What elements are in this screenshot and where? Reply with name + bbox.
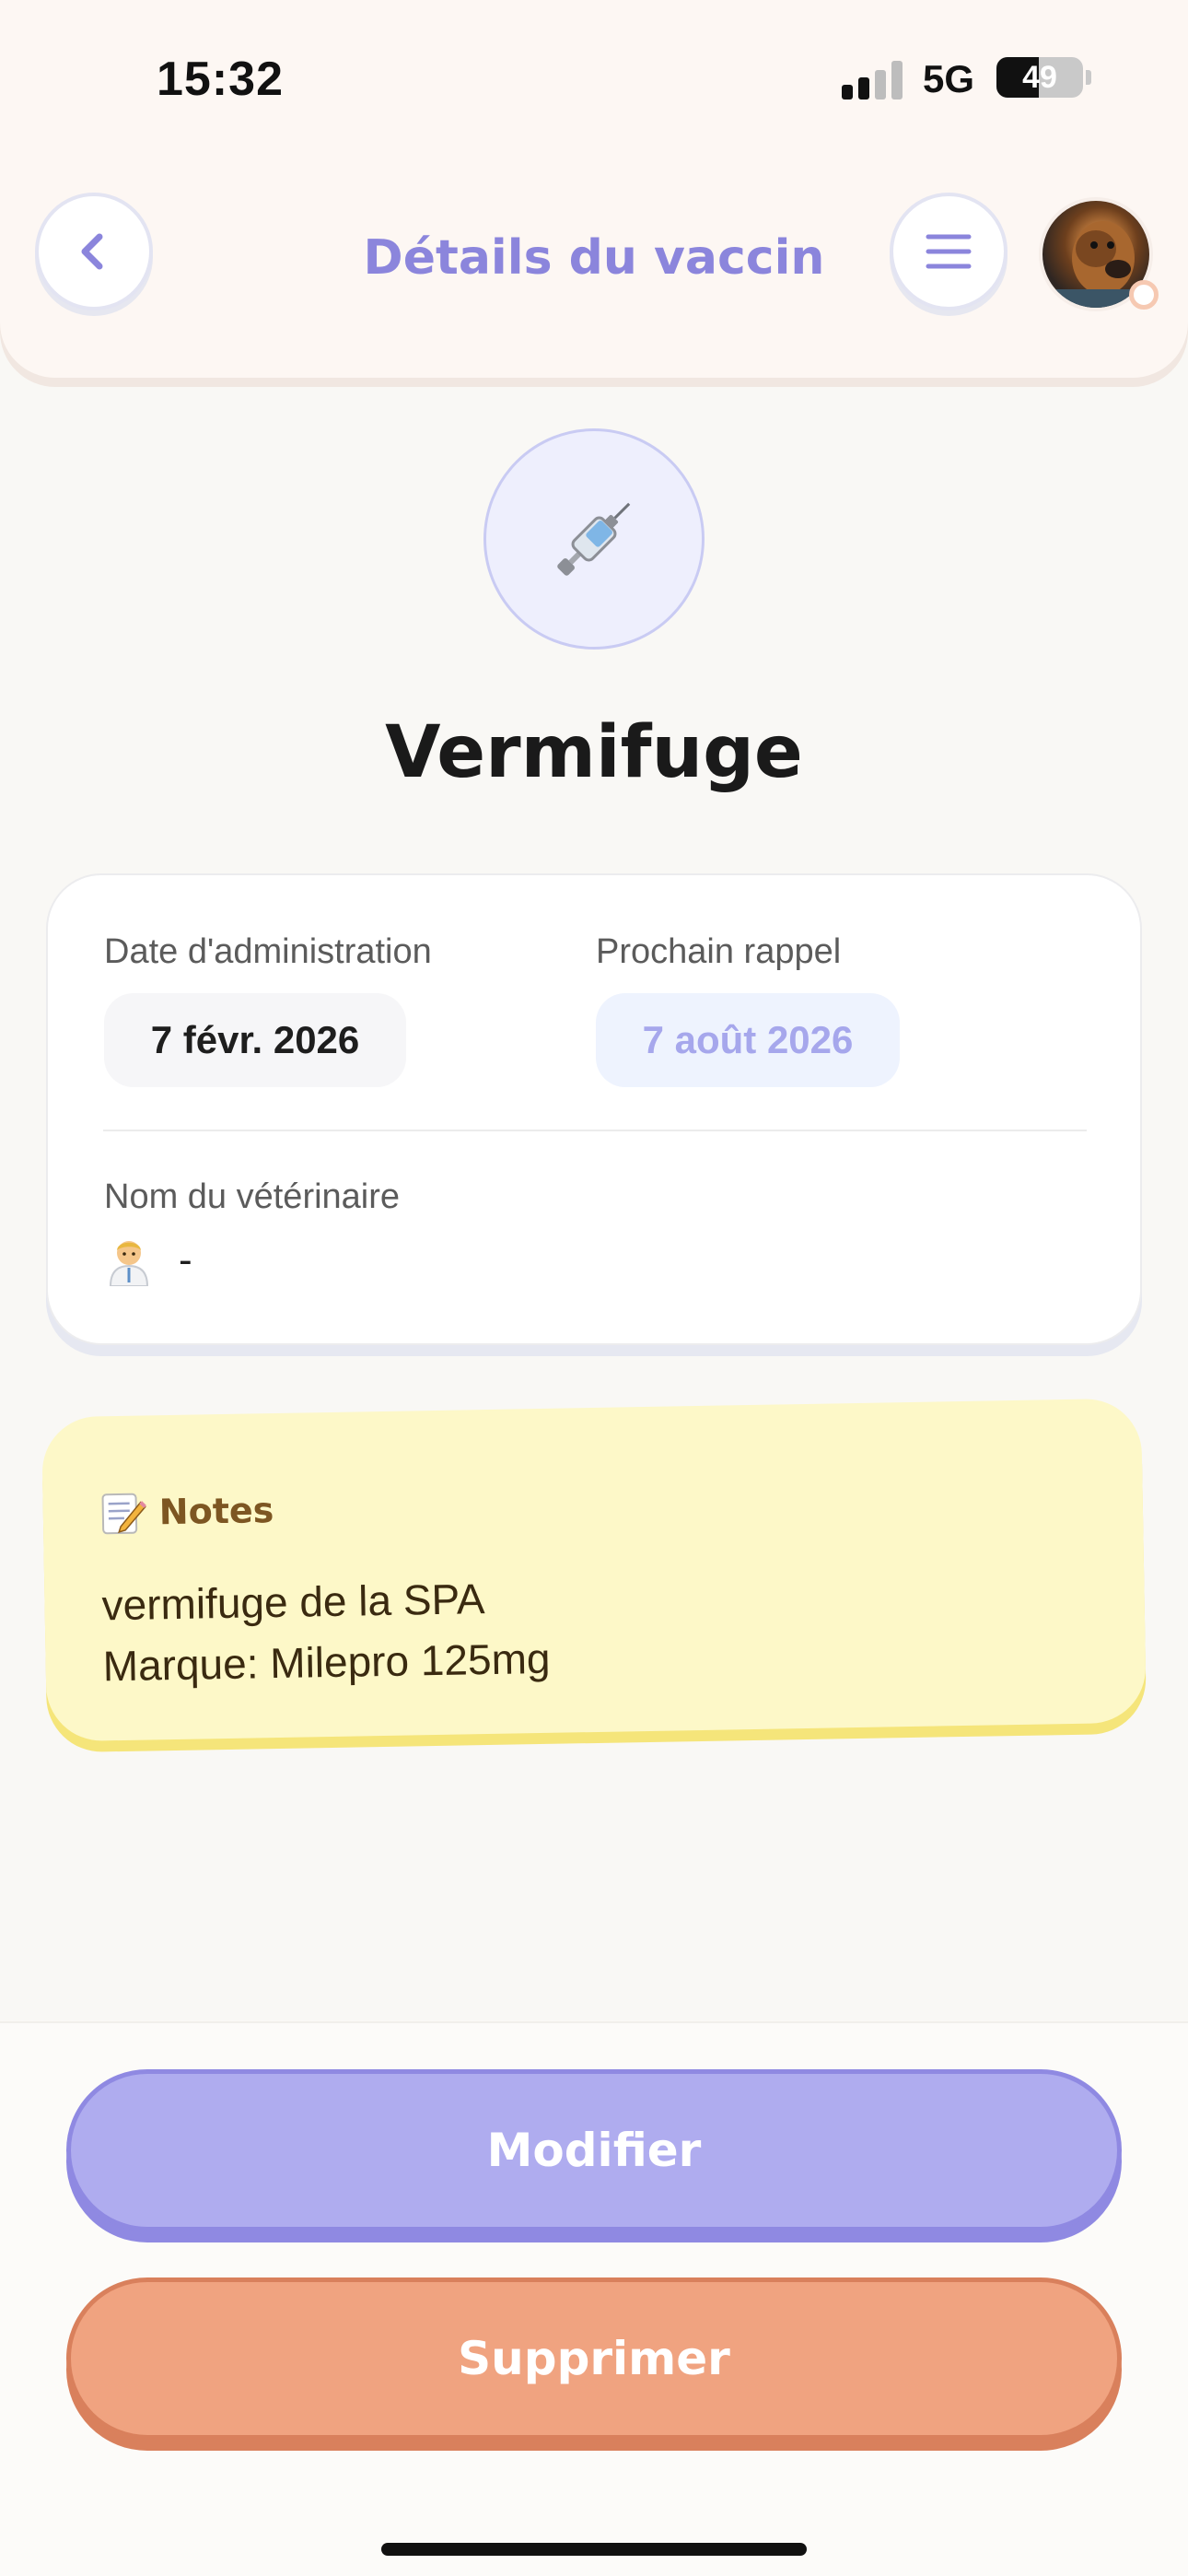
online-status-dot (1129, 280, 1159, 310)
home-indicator[interactable] (381, 2543, 807, 2556)
cellular-signal-icon (842, 59, 906, 100)
admin-date-value: 7 févr. 2026 (104, 993, 406, 1087)
vet-row: - (107, 1235, 192, 1286)
syringe-icon (557, 502, 631, 576)
details-card: Date d'administration Prochain rappel 7 … (46, 873, 1142, 1345)
menu-button[interactable] (890, 193, 1007, 310)
card-divider (103, 1130, 1087, 1131)
page-title: Détails du vaccin (363, 230, 825, 286)
status-time: 15:32 (157, 53, 284, 106)
battery-tip (1086, 70, 1091, 85)
next-reminder-value: 7 août 2026 (596, 993, 900, 1087)
admin-date-label: Date d'administration (104, 932, 432, 971)
vaccine-name: Vermifuge (385, 711, 803, 794)
vet-name-value: - (179, 1237, 192, 1282)
delete-button[interactable]: Supprimer (66, 2277, 1122, 2440)
edit-button[interactable]: Modifier (66, 2069, 1122, 2231)
memo-icon (101, 1493, 147, 1535)
notes-title: Notes (158, 1490, 274, 1533)
notes-header: Notes (99, 1487, 274, 1536)
hamburger-menu-icon (926, 234, 972, 269)
app-header: 15:32 5G 49 Détails du vaccin (0, 0, 1188, 378)
network-type: 5G (923, 57, 975, 100)
veterinarian-icon (109, 1241, 149, 1286)
next-reminder-label: Prochain rappel (596, 932, 842, 971)
notes-line-2: Marque: Milepro 125mg (102, 1633, 551, 1691)
battery-icon: 49 (996, 57, 1083, 98)
vet-name-label: Nom du vétérinaire (104, 1177, 401, 1216)
battery-level: 49 (1022, 59, 1057, 95)
status-bar: 15:32 5G 49 (0, 0, 1188, 166)
vaccine-icon-circle (483, 428, 705, 650)
notes-line-1: vermifuge de la SPA (101, 1575, 485, 1630)
notes-card: Notes vermifuge de la SPA Marque: Milepr… (41, 1398, 1147, 1742)
